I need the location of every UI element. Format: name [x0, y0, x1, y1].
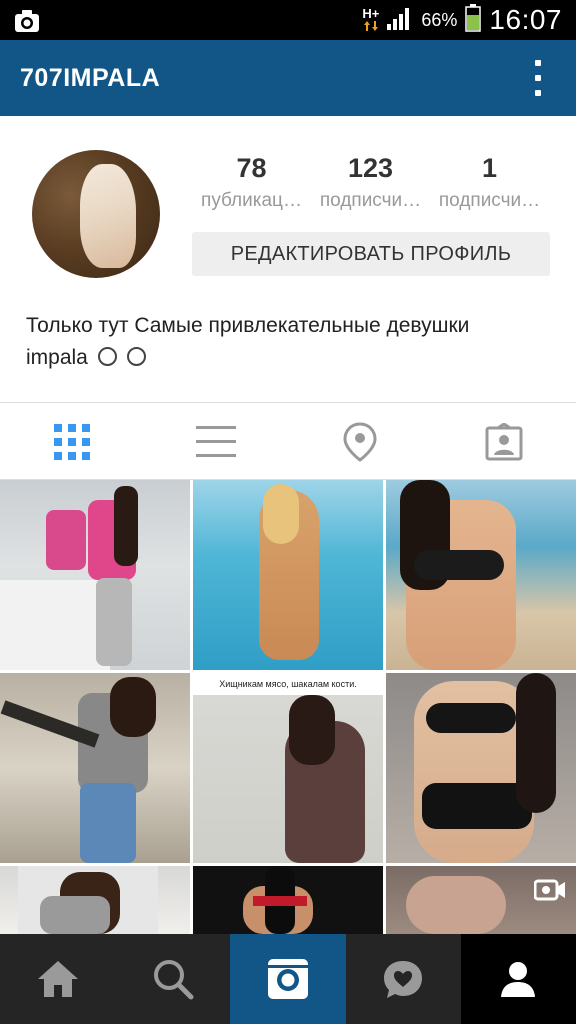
tab-tagged[interactable]: [432, 404, 576, 480]
followers-count[interactable]: 123 подписчи…: [311, 150, 430, 220]
photo-thumbnail[interactable]: [193, 480, 383, 670]
battery-icon: [465, 3, 482, 37]
photo-caption-overlay: Хищникам мясо, шакалам кости.: [193, 673, 383, 695]
profile-stats: 78 публикац… 123 подписчи… 1 подписчи…: [192, 150, 550, 220]
photo-thumbnail[interactable]: [193, 866, 383, 934]
tab-grid[interactable]: [0, 404, 144, 480]
photo-thumbnail[interactable]: [0, 673, 190, 863]
tagged-photos-icon: [485, 423, 523, 461]
avatar[interactable]: [32, 150, 160, 278]
photo-thumbnail[interactable]: [386, 480, 576, 670]
photo-thumbnail[interactable]: Хищникам мясо, шакалам кости.: [193, 673, 383, 863]
tab-location[interactable]: [288, 404, 432, 480]
photo-thumbnail[interactable]: [0, 866, 190, 934]
smirk-emoji-icon: [97, 347, 117, 366]
heart-eyes-emoji-icon: [126, 347, 146, 366]
signal-icon: [387, 6, 413, 35]
activity-heart-icon: [384, 961, 423, 998]
video-thumbnail[interactable]: [386, 866, 576, 934]
divider: [0, 402, 576, 403]
list-view-icon: [196, 426, 236, 457]
profile-username: 707IMPALA: [20, 64, 161, 92]
status-bar: H+ 66% 16:07: [0, 0, 576, 40]
camera-icon: [267, 959, 308, 999]
tab-list[interactable]: [144, 404, 288, 480]
location-pin-icon: [343, 422, 377, 462]
network-type: H+: [362, 7, 379, 33]
bottom-navigation: [0, 934, 576, 1024]
search-icon: [153, 960, 194, 1000]
nav-profile[interactable]: [460, 934, 576, 1024]
photo-grid: Хищникам мясо, шакалам кости.: [0, 480, 576, 934]
photo-thumbnail[interactable]: [0, 480, 190, 670]
posts-count[interactable]: 78 публикац…: [192, 150, 311, 220]
following-count[interactable]: 1 подписчи…: [430, 150, 549, 220]
photo-thumbnail[interactable]: [386, 673, 576, 863]
nav-camera[interactable]: [230, 934, 346, 1024]
app-header: 707IMPALA: [0, 40, 576, 116]
grid-view-icon: [54, 424, 90, 460]
camera-notification-icon: [14, 6, 40, 34]
profile-icon: [501, 962, 536, 997]
nav-search[interactable]: [115, 934, 230, 1024]
edit-profile-button[interactable]: РЕДАКТИРОВАТЬ ПРОФИЛЬ: [192, 232, 550, 276]
overflow-menu-icon[interactable]: [526, 60, 550, 96]
home-icon: [37, 961, 78, 997]
clock: 16:07: [489, 4, 562, 35]
video-camera-icon: [533, 878, 566, 907]
nav-activity[interactable]: [346, 934, 461, 1024]
bio-line-2: impala: [26, 346, 88, 369]
nav-home[interactable]: [0, 934, 115, 1024]
battery-percent: 66%: [421, 9, 458, 30]
bio-line-1: Только тут Самые привлекательные девушки: [26, 314, 470, 337]
profile-bio: Только тут Самые привлекательные девушки…: [26, 310, 556, 374]
view-tabs: [0, 404, 576, 480]
